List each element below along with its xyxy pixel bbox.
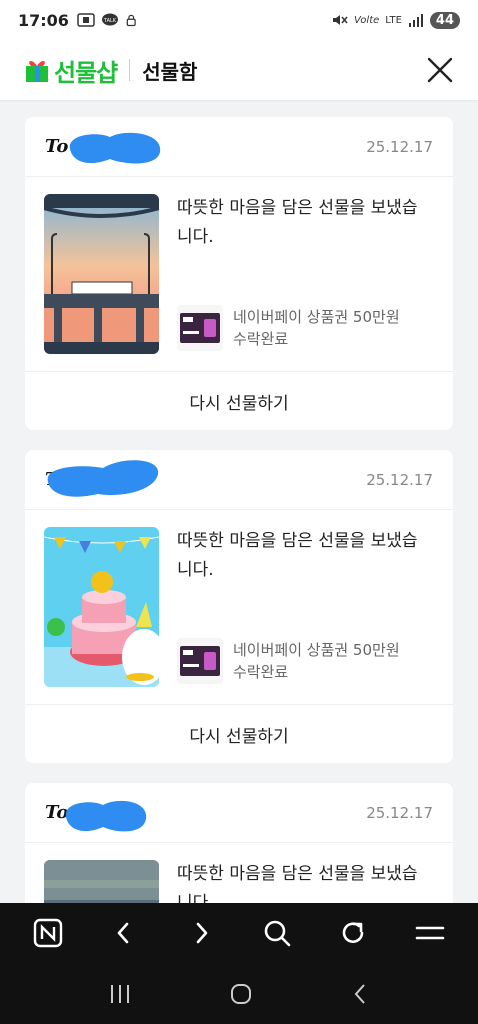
refresh-button[interactable] [335,915,371,951]
lock-icon [126,14,136,27]
gift-status: 수락완료 [233,663,289,681]
naver-home-button[interactable] [30,915,66,951]
gift-card-image [44,860,159,903]
menu-button[interactable] [412,915,448,951]
page-title: 선물함 [142,59,198,84]
forward-button[interactable] [183,915,219,951]
card-header: To 25.12.17 [25,783,453,843]
card-body[interactable]: 따뜻한 마음을 담은 선물을 보냈습니다. [25,843,453,903]
logo-text: 선물샵 [54,58,118,87]
product-info: 네이버페이 상품권 50만원 수락완료 [177,638,433,684]
screenshot-icon [77,13,95,27]
card-header: To 25.12.17 [25,450,453,510]
refresh-icon [343,922,364,943]
app-header: 선물샵 선물함 [0,40,478,100]
gift-message: 따뜻한 마음을 담은 선물을 보냈습니다. [177,198,418,247]
header-divider [129,59,131,81]
regift-button[interactable]: 다시 선물하기 [25,705,453,763]
home-icon[interactable] [229,982,253,1006]
gift-card: To 25.12.17 [25,450,453,763]
voucher-thumbnail [177,305,223,351]
gift-card: To 25.12.17 [25,117,453,430]
voucher-thumbnail [177,638,223,684]
search-icon [264,920,291,947]
hamburger-menu-icon [415,926,445,940]
gift-list[interactable]: To 25.12.17 따뜻한 마음을 담은 선물을 보냈습니다. 네이버페이 … [0,100,478,903]
gift-message: 따뜻한 마음을 담은 선물을 보냈습니다. [177,864,418,903]
product-info: 네이버페이 상품권 50만원 수락완료 [177,305,433,351]
svg-text:TALK: TALK [103,18,117,24]
redacted-recipient [65,800,147,832]
gift-card: To 25.12.17 따뜻한 마음을 담은 선물을 보냈습니다. [25,783,453,903]
back-button[interactable] [106,915,142,951]
gift-date: 25.12.17 [366,137,433,156]
giftshop-logo[interactable]: 선물샵 [24,53,118,88]
redacted-recipient [69,132,161,164]
battery-badge: 44 [429,11,460,29]
redacted-recipient [47,460,159,497]
gift-icon [26,61,48,82]
recent-apps-icon[interactable] [108,983,132,1005]
close-icon[interactable] [426,56,454,84]
card-body[interactable]: 따뜻한 마음을 담은 선물을 보냈습니다. 네이버페이 상품권 50만원 수락완… [25,177,453,372]
gift-status: 수락완료 [233,330,289,348]
mute-icon [333,15,348,25]
chevron-left-icon [118,922,129,944]
signal-icon [408,14,423,27]
naver-n-icon [33,918,63,948]
gift-date: 25.12.17 [366,470,433,489]
gift-message: 따뜻한 마음을 담은 선물을 보냈습니다. [177,531,418,580]
chevron-right-icon [196,922,208,944]
status-bar: 17:06 TALK Volte LTE 44 [0,0,478,40]
system-nav-bar [0,963,478,1024]
card-body[interactable]: 따뜻한 마음을 담은 선물을 보냈습니다. 네이버페이 상품권 50만원 수락완… [25,510,453,705]
gift-card-image [44,527,159,687]
system-back-icon[interactable] [350,982,370,1006]
product-name: 네이버페이 상품권 50만원 [233,308,400,326]
regift-button[interactable]: 다시 선물하기 [25,372,453,430]
talk-icon: TALK [101,13,118,26]
card-header: To 25.12.17 [25,117,453,177]
search-button[interactable] [259,915,295,951]
gift-card-image [44,194,159,354]
status-time: 17:06 [18,10,69,30]
product-name: 네이버페이 상품권 50만원 [233,641,400,659]
gift-date: 25.12.17 [366,803,433,822]
network-label: LTE [385,14,402,26]
volte-label: Volte [354,14,380,26]
browser-toolbar [0,903,478,963]
